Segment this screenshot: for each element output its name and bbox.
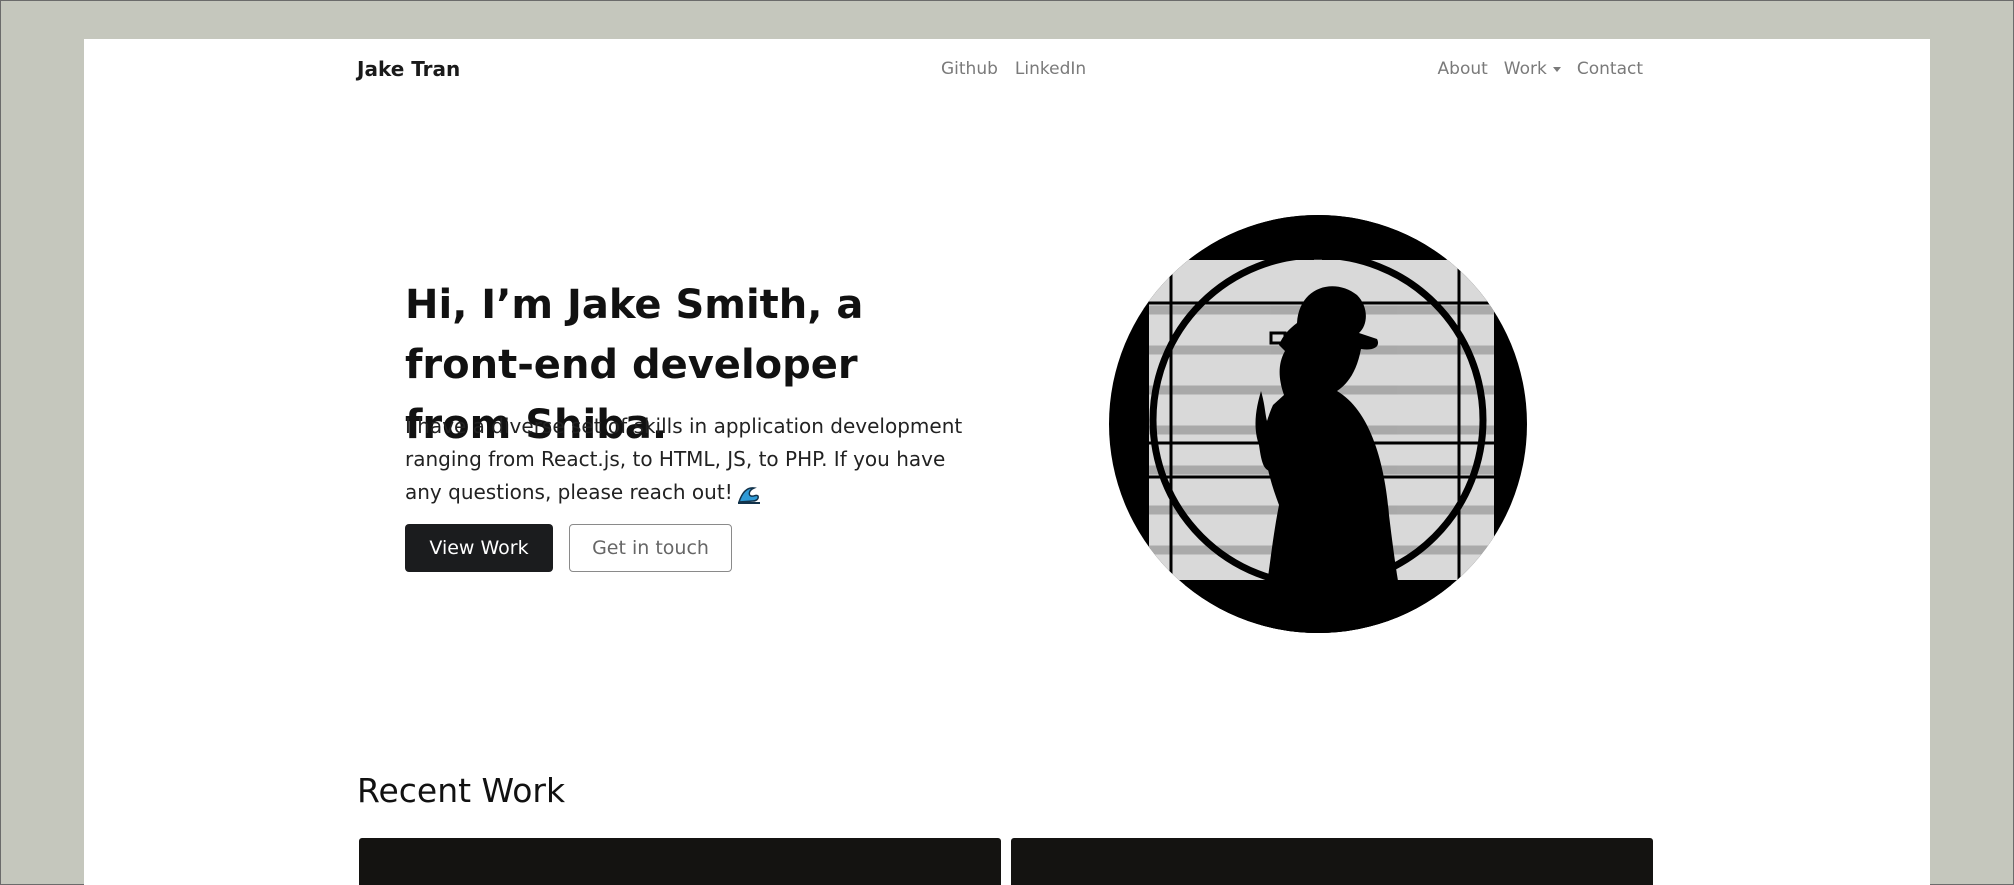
work-card[interactable] bbox=[1011, 838, 1653, 885]
main-nav: About Work Contact bbox=[1438, 59, 1643, 79]
caret-down-icon bbox=[1552, 66, 1561, 72]
about-link[interactable]: About bbox=[1438, 59, 1488, 79]
linkedin-link[interactable]: LinkedIn bbox=[1015, 59, 1086, 79]
social-links: Github LinkedIn bbox=[941, 59, 1086, 79]
work-label: Work bbox=[1503, 59, 1547, 79]
silhouette-photo-image bbox=[1109, 215, 1527, 633]
view-work-button[interactable]: View Work bbox=[405, 524, 553, 572]
work-card[interactable] bbox=[359, 838, 1001, 885]
profile-photo bbox=[1109, 215, 1527, 633]
hero-description: I have a diverse set of skills in applic… bbox=[405, 410, 965, 509]
brand-link[interactable]: Jake Tran bbox=[357, 57, 460, 81]
navbar: Jake Tran Github LinkedIn About Work Con… bbox=[84, 39, 1930, 99]
wave-icon bbox=[737, 486, 760, 504]
get-in-touch-button[interactable]: Get in touch bbox=[569, 524, 732, 572]
contact-link[interactable]: Contact bbox=[1577, 59, 1643, 79]
work-dropdown[interactable]: Work bbox=[1504, 59, 1561, 79]
github-link[interactable]: Github bbox=[941, 59, 998, 79]
hero-description-text: I have a diverse set of skills in applic… bbox=[405, 414, 963, 504]
page: Jake Tran Github LinkedIn About Work Con… bbox=[84, 39, 1930, 885]
recent-work-heading: Recent Work bbox=[357, 771, 566, 810]
